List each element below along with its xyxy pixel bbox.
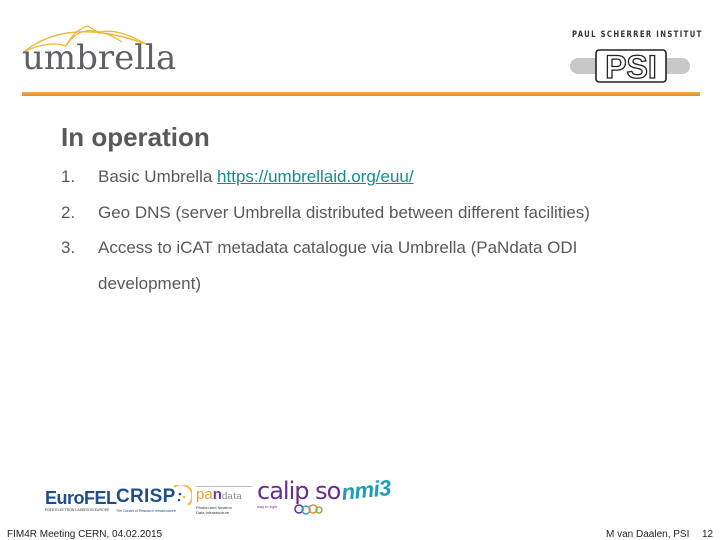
list-text-continuation: development): [98, 274, 202, 293]
psi-institute-name: PAUL SCHERRER INSTITUT: [572, 30, 703, 40]
nmi3-logo-text: nmi3: [340, 474, 392, 506]
pandata-n: n: [212, 486, 222, 503]
list-text-plain: Basic Umbrella: [98, 167, 218, 186]
list-text: Basic Umbrella https://umbrellaid.org/eu…: [98, 165, 414, 189]
pandata-logo-text: pandata: [196, 487, 252, 505]
calipso-logo-text: calip so: [257, 477, 341, 505]
list-text: Access to iCAT metadata catalogue via Um…: [98, 238, 578, 257]
psi-mark-text: PSI: [605, 49, 657, 85]
list-number: 2.: [61, 203, 76, 222]
pandata-pa: pa: [196, 486, 213, 503]
list-item: 3. Access to iCAT metadata catalogue via…: [61, 236, 701, 296]
eurofel-logo: EuroFEL FREE ELECTRON LASERS IN EUROPE: [45, 488, 117, 516]
crisp-logo-subtext: The Cluster of Research Infrastructures …: [116, 509, 176, 513]
list-number: 1.: [61, 167, 76, 186]
list-text: Geo DNS (server Umbrella distributed bet…: [98, 203, 590, 222]
page-number: 12: [702, 529, 714, 540]
slide-title: In operation: [61, 122, 210, 152]
footer-event: FIM4R Meeting CERN, 04.02.2015: [7, 529, 163, 540]
eurofel-logo-text: EuroFEL: [45, 488, 117, 508]
header-divider: [22, 92, 700, 96]
psi-mark-icon: PSI: [570, 48, 690, 86]
list-number: 3.: [61, 238, 76, 257]
list-item: 1. Basic Umbrella https://umbrellaid.org…: [61, 165, 661, 189]
list-item: 2. Geo DNS (server Umbrella distributed …: [61, 201, 701, 225]
eurofel-logo-subtext: FREE ELECTRON LASERS IN EUROPE: [45, 508, 110, 512]
umbrella-logo: umbrella: [18, 22, 176, 78]
psi-logo: PAUL SCHERRER INSTITUT PSI: [566, 30, 701, 86]
crisp-dots-icon: [173, 485, 192, 506]
pandata-subtext-2: Data Infrastructure: [196, 510, 230, 515]
pandata-data: data: [221, 492, 242, 502]
footer-author: M van Daalen, PSI: [606, 529, 690, 540]
calipso-rings-icon: [294, 504, 323, 515]
calipso-logo: calip so way to light: [257, 477, 341, 516]
umbrella-wordmark: umbrella: [22, 38, 177, 78]
crisp-logo: CRISP The Cluster of Research Infrastruc…: [116, 485, 192, 519]
nmi3-logo: nmi3: [340, 475, 403, 508]
umbrella-link[interactable]: https://umbrellaid.org/euu/: [217, 167, 414, 186]
pandata-logo: pandata Photon and Neutron Data Infrastr…: [196, 486, 252, 517]
